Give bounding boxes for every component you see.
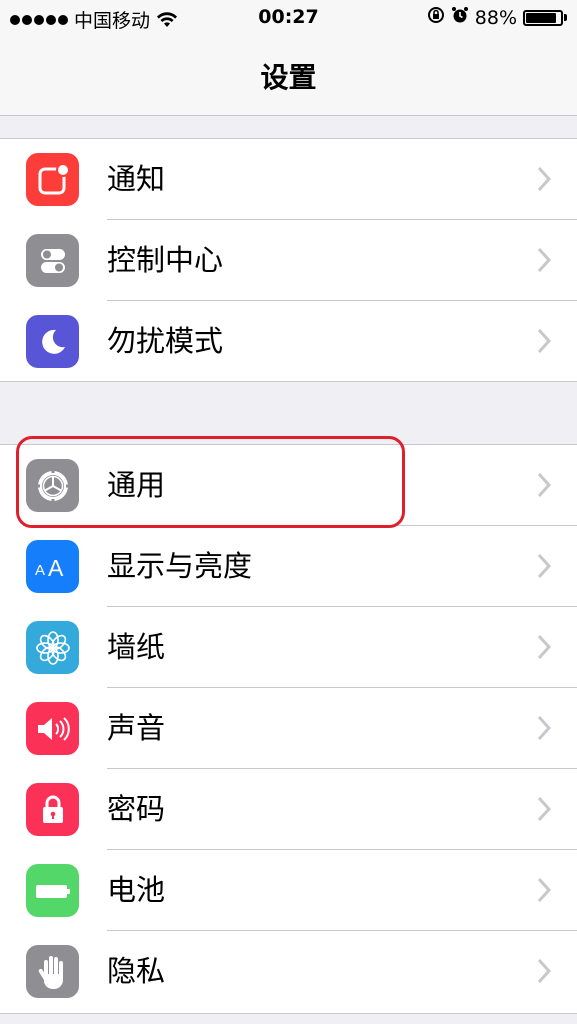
settings-row-sounds[interactable]: 声音 [0,688,577,769]
display-brightness-icon: A A [26,540,79,593]
control-center-icon [26,234,79,287]
rotation-lock-icon [427,6,445,29]
wallpaper-icon [26,621,79,674]
settings-row-label: 电池 [107,873,166,907]
settings-row-label: 通知 [107,162,166,196]
chevron-right-icon [537,166,552,196]
status-right: 88% [427,6,567,29]
settings-row-label: 显示与亮度 [107,549,253,583]
settings-group-2: 通用 A A 显示与亮度 墙纸 声音 密码 电池 隐私 [0,444,577,1014]
chevron-right-icon [537,247,552,277]
settings-row-do-not-disturb[interactable]: 勿扰模式 [0,301,577,382]
chevron-right-icon [537,958,552,988]
gear-icon [26,459,79,512]
chevron-right-icon [537,634,552,664]
settings-group-1: 通知 控制中心 勿扰模式 [0,138,577,382]
settings-row-label: 密码 [107,792,166,826]
svg-text:A: A [48,555,64,581]
settings-row-label: 墙纸 [107,630,166,664]
settings-row-label: 通用 [107,468,166,502]
chevron-right-icon [537,553,552,583]
alarm-icon [451,6,469,29]
speaker-icon [26,702,79,755]
navigation-bar: 设置 [0,38,577,116]
battery-status-icon [523,9,567,26]
chevron-right-icon [537,715,552,745]
chevron-right-icon [537,877,552,907]
chevron-right-icon [537,472,552,502]
settings-row-label: 声音 [107,711,166,745]
battery-icon [26,864,79,917]
chevron-right-icon [537,796,552,826]
settings-row-wallpaper[interactable]: 墙纸 [0,607,577,688]
hand-icon [26,945,79,998]
chevron-right-icon [537,328,552,358]
settings-row-display-brightness[interactable]: A A 显示与亮度 [0,526,577,607]
settings-row-label: 勿扰模式 [107,324,224,358]
settings-row-battery[interactable]: 电池 [0,850,577,931]
settings-row-notifications[interactable]: 通知 [0,139,577,220]
settings-row-general[interactable]: 通用 [0,445,577,526]
notifications-icon [26,153,79,206]
moon-icon [26,315,79,368]
settings-row-label: 控制中心 [107,243,224,277]
svg-text:A: A [35,562,45,579]
page-title: 设置 [260,61,317,94]
status-bar: 中国移动 00:27 88% [0,0,577,38]
settings-row-passcode[interactable]: 密码 [0,769,577,850]
settings-row-control-center[interactable]: 控制中心 [0,220,577,301]
settings-row-privacy[interactable]: 隐私 [0,931,577,1012]
settings-row-label: 隐私 [107,954,166,988]
battery-percent: 88% [474,6,517,29]
lock-icon [26,783,79,836]
